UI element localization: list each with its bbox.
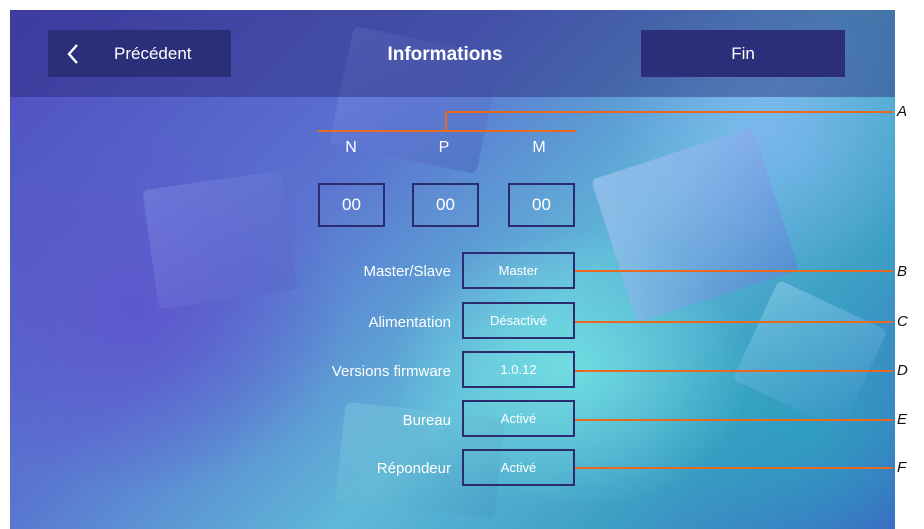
callout-d: D <box>897 362 908 379</box>
bureau-label: Bureau <box>402 412 451 429</box>
callout-a: A <box>897 103 908 120</box>
alimentation-field[interactable]: Désactivé <box>462 302 575 339</box>
callout-line-d <box>575 370 893 372</box>
n-value-field[interactable]: 00 <box>318 183 385 227</box>
background-cube <box>732 279 888 431</box>
back-button-label: Précédent <box>114 43 192 63</box>
p-value-field[interactable]: 00 <box>412 183 479 227</box>
firmware-version-field[interactable]: 1.0.12 <box>462 351 575 388</box>
header-bar: Précédent Informations Fin <box>10 10 895 97</box>
firmware-version-label: Versions firmware <box>331 363 451 380</box>
repondeur-field[interactable]: Activé <box>462 449 575 486</box>
alimentation-label: Alimentation <box>368 314 451 331</box>
background-cube <box>590 127 800 323</box>
callout-line-e <box>575 419 893 421</box>
m-label: M <box>532 139 546 156</box>
end-button[interactable]: Fin <box>641 30 845 77</box>
callout-c: C <box>897 313 908 330</box>
chevron-left-icon <box>66 43 88 65</box>
callout-b: B <box>897 263 908 280</box>
end-button-label: Fin <box>731 43 755 63</box>
p-label: P <box>438 139 450 156</box>
callout-line-f <box>575 467 893 469</box>
master-slave-field[interactable]: Master <box>462 252 575 289</box>
npm-bracket-stem <box>445 111 447 131</box>
callout-line-b <box>575 270 893 272</box>
callout-line-c <box>575 321 893 323</box>
background-cube <box>142 170 298 310</box>
npm-bracket-line <box>318 130 576 132</box>
m-value-field[interactable]: 00 <box>508 183 575 227</box>
back-button[interactable]: Précédent <box>48 30 231 77</box>
repondeur-label: Répondeur <box>376 460 451 477</box>
master-slave-label: Master/Slave <box>363 263 451 280</box>
n-label: N <box>345 139 357 156</box>
bureau-field[interactable]: Activé <box>462 400 575 437</box>
page-title: Informations <box>387 44 503 65</box>
callout-f: F <box>897 459 907 476</box>
callout-line-a <box>445 111 893 113</box>
callout-e: E <box>897 411 908 428</box>
